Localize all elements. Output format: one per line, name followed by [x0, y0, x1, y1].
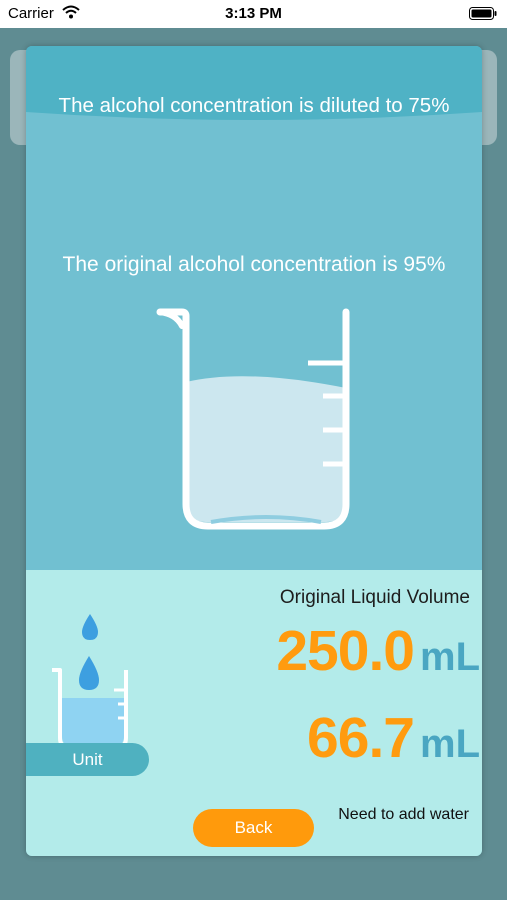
- unit-button[interactable]: Unit: [26, 743, 149, 776]
- battery-icon: [469, 7, 497, 24]
- back-button[interactable]: Back: [193, 809, 314, 847]
- water-volume-value: 66.7: [307, 706, 415, 770]
- beaker-icon: [156, 308, 350, 530]
- water-needed-label: Need to add water: [338, 806, 469, 823]
- status-time: 3:13 PM: [225, 5, 282, 22]
- water-volume-unit: mL: [420, 722, 480, 766]
- original-volume-unit: mL: [420, 635, 480, 679]
- original-volume-label: Original Liquid Volume: [279, 587, 470, 608]
- result-panel: Unit Original Liquid Volume 250.0 mL 66.7…: [26, 570, 482, 856]
- dilution-result-modal: The alcohol concentration is diluted to …: [26, 46, 482, 856]
- target-concentration-text: The alcohol concentration is diluted to …: [58, 94, 450, 117]
- status-bar: Carrier 3:13 PM: [0, 0, 507, 28]
- original-volume-value: 250.0: [276, 619, 415, 683]
- original-volume-value-row: 250.0 mL: [276, 618, 480, 684]
- original-concentration-text: The original alcohol concentration is 95…: [62, 253, 446, 276]
- water-volume-value-row: 66.7 mL: [307, 705, 480, 771]
- water-beaker-icon: [52, 614, 128, 750]
